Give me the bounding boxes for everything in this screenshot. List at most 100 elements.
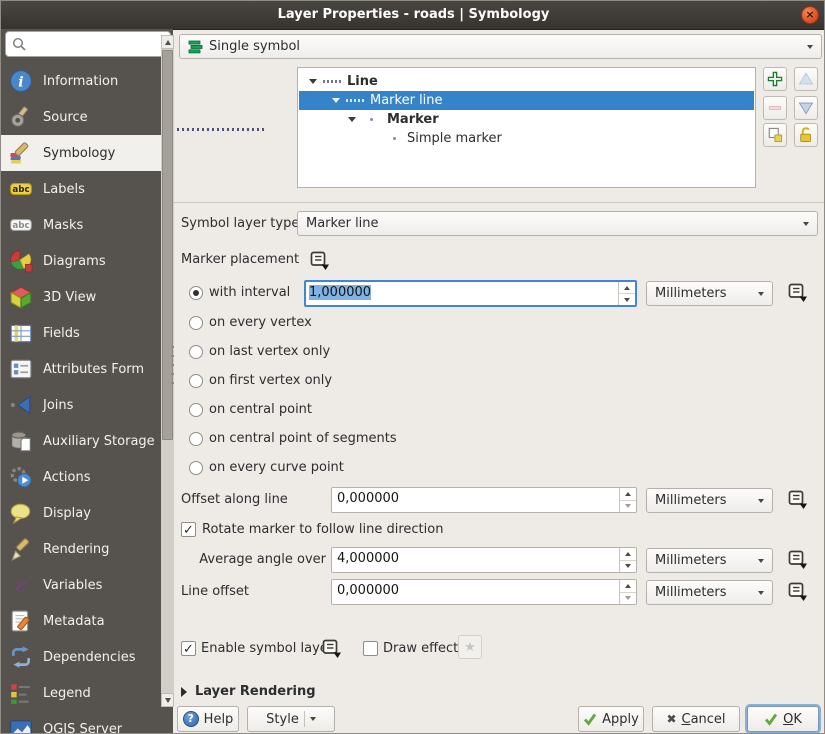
spinner[interactable] bbox=[618, 282, 635, 305]
apply-button[interactable]: Apply bbox=[578, 706, 644, 732]
line-offset-unit-combo[interactable]: Millimeters bbox=[646, 580, 773, 605]
line-offset-input[interactable]: 0,000000 bbox=[331, 579, 637, 605]
spin-up-icon[interactable] bbox=[625, 492, 631, 496]
sidebar-item-metadata[interactable]: Metadata bbox=[1, 603, 161, 639]
enable-symbol-layer-label: Enable symbol layer bbox=[201, 640, 333, 658]
sidebar-item-joins[interactable]: Joins bbox=[1, 387, 161, 423]
average-angle-unit-combo[interactable]: Millimeters bbox=[646, 548, 773, 573]
close-icon: × bbox=[805, 8, 814, 21]
data-defined-override-icon[interactable] bbox=[785, 582, 809, 602]
enable-symbol-layer-checkbox[interactable]: ✓ bbox=[181, 641, 196, 656]
radio-on-last-vertex-only[interactable] bbox=[189, 345, 203, 359]
layer-rendering-group[interactable]: Layer Rendering bbox=[181, 684, 316, 699]
sidebar-item-legend[interactable]: Legend bbox=[1, 675, 161, 711]
tree-row-marker-line[interactable]: Marker line bbox=[299, 91, 754, 110]
tree-row-simple-marker[interactable]: Simple marker bbox=[299, 129, 754, 148]
expander-icon[interactable] bbox=[309, 79, 317, 84]
close-button[interactable]: × bbox=[801, 6, 819, 24]
expander-icon[interactable] bbox=[348, 117, 356, 122]
sidebar-item-source[interactable]: Source bbox=[1, 99, 161, 135]
scroll-down-button[interactable] bbox=[161, 693, 174, 707]
spinner[interactable] bbox=[619, 548, 636, 572]
data-defined-override-icon[interactable] bbox=[785, 490, 809, 510]
remove-symbol-layer-button[interactable] bbox=[763, 96, 787, 120]
ok-button[interactable]: OK bbox=[747, 706, 819, 732]
radio-on-every-vertex[interactable] bbox=[189, 316, 203, 330]
panel-splitter[interactable] bbox=[171, 346, 174, 390]
spin-up-icon[interactable] bbox=[625, 584, 631, 588]
spinner[interactable] bbox=[619, 488, 636, 512]
sidebar-item-dependencies[interactable]: Dependencies bbox=[1, 639, 161, 675]
fields-icon bbox=[9, 321, 33, 345]
radio-label: on every curve point bbox=[209, 459, 344, 477]
scroll-up-button[interactable] bbox=[161, 35, 174, 49]
window-title: Layer Properties - roads | Symbology bbox=[1, 1, 825, 29]
move-up-button[interactable] bbox=[794, 67, 818, 91]
sidebar-item-variables[interactable]: ε Variables bbox=[1, 567, 161, 603]
spin-down-icon[interactable] bbox=[625, 504, 631, 508]
sidebar-item-display[interactable]: Display bbox=[1, 495, 161, 531]
offset-unit-combo[interactable]: Millimeters bbox=[646, 488, 773, 513]
radio-with-interval[interactable] bbox=[189, 286, 203, 300]
expander-right-icon[interactable] bbox=[181, 687, 187, 697]
symbol-layer-type-combo[interactable]: Marker line bbox=[297, 211, 818, 236]
data-defined-override-icon[interactable] bbox=[785, 550, 809, 570]
sidebar-item-qgis-server[interactable]: QGIS Server bbox=[1, 711, 161, 734]
sidebar-item-information[interactable]: i Information bbox=[1, 63, 161, 99]
add-symbol-layer-button[interactable] bbox=[763, 67, 787, 91]
sidebar-item-symbology[interactable]: Symbology bbox=[1, 135, 161, 171]
sidebar-item-rendering[interactable]: Rendering bbox=[1, 531, 161, 567]
average-angle-input[interactable]: 4,000000 bbox=[331, 547, 637, 573]
spin-up-icon[interactable] bbox=[625, 552, 631, 556]
symbol-layer-type-label: Symbol layer type bbox=[181, 211, 299, 237]
display-icon bbox=[9, 501, 33, 525]
line-offset-value: 0,000000 bbox=[332, 580, 619, 604]
expander-icon[interactable] bbox=[332, 98, 340, 103]
sidebar-item-labels[interactable]: abc Labels bbox=[1, 171, 161, 207]
offset-along-line-input[interactable]: 0,000000 bbox=[331, 487, 637, 513]
spinner[interactable] bbox=[619, 580, 636, 604]
radio-on-central-point-of-segments[interactable] bbox=[189, 432, 203, 446]
renderer-combo[interactable]: Single symbol bbox=[179, 34, 822, 59]
help-button[interactable]: ? Help bbox=[177, 706, 239, 732]
spin-up-icon[interactable] bbox=[624, 286, 630, 290]
sidebar-item-attributes-form[interactable]: Attributes Form bbox=[1, 351, 161, 387]
radio-on-every-curve-point[interactable] bbox=[189, 461, 203, 475]
average-angle-unit-value: Millimeters bbox=[647, 549, 772, 572]
spin-down-icon[interactable] bbox=[625, 596, 631, 600]
duplicate-symbol-layer-button[interactable] bbox=[763, 123, 787, 147]
sidebar-item-3d-view[interactable]: 3D View bbox=[1, 279, 161, 315]
sidebar-item-masks[interactable]: abc Masks bbox=[1, 207, 161, 243]
tree-row-line[interactable]: Line bbox=[299, 72, 754, 91]
radio-on-central-point[interactable] bbox=[189, 403, 203, 417]
effects-options-button[interactable]: ★ bbox=[458, 635, 482, 659]
dependencies-icon bbox=[9, 645, 33, 669]
style-button[interactable]: Style bbox=[247, 706, 335, 732]
qgis-server-icon bbox=[9, 717, 33, 734]
sidebar-item-auxiliary-storage[interactable]: Auxiliary Storage bbox=[1, 423, 161, 459]
rotate-marker-checkbox[interactable]: ✓ bbox=[181, 522, 196, 537]
data-defined-override-icon[interactable] bbox=[319, 639, 343, 659]
move-down-button[interactable] bbox=[794, 96, 818, 120]
sidebar-item-diagrams[interactable]: Diagrams bbox=[1, 243, 161, 279]
interval-input[interactable]: 1,000000 bbox=[304, 280, 637, 307]
actions-icon bbox=[9, 465, 33, 489]
cancel-button[interactable]: ✖ Cancel bbox=[652, 706, 740, 732]
sidebar-item-actions[interactable]: Actions bbox=[1, 459, 161, 495]
spin-down-icon[interactable] bbox=[625, 564, 631, 568]
interval-unit-combo[interactable]: Millimeters bbox=[646, 281, 773, 306]
attributes-form-icon bbox=[9, 357, 33, 381]
scroll-down-icon bbox=[165, 698, 171, 703]
draw-effects-checkbox[interactable]: ✓ bbox=[363, 641, 378, 656]
search-input[interactable] bbox=[5, 31, 171, 57]
data-defined-override-icon[interactable] bbox=[307, 251, 331, 271]
tree-row-marker[interactable]: Marker bbox=[299, 110, 754, 129]
tree-row-label: Marker bbox=[387, 110, 439, 129]
sidebar-item-fields[interactable]: Fields bbox=[1, 315, 161, 351]
lock-colors-button[interactable] bbox=[794, 123, 818, 147]
scroll-up-icon bbox=[165, 40, 171, 45]
layer-rendering-label: Layer Rendering bbox=[195, 684, 316, 699]
data-defined-override-icon[interactable] bbox=[785, 283, 809, 303]
radio-on-first-vertex-only[interactable] bbox=[189, 374, 203, 388]
spin-down-icon[interactable] bbox=[624, 298, 630, 302]
